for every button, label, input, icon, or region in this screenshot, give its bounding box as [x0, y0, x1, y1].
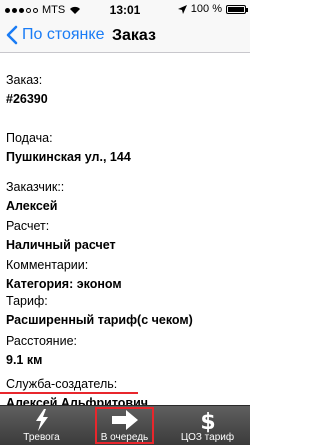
field-tariff: Тариф: Расширенный тариф(с чеком) — [6, 293, 193, 328]
battery-icon — [226, 4, 248, 14]
field-order: Заказ: #26390 — [6, 72, 48, 107]
status-right: 100 % — [177, 3, 248, 15]
highlight-underline — [0, 392, 138, 394]
field-value: Пушкинская ул., 144 — [6, 150, 131, 164]
navigation-bar: По стоянке Заказ — [0, 20, 250, 53]
field-value: Расширенный тариф(с чеком) — [6, 313, 193, 327]
field-value: 9.1 км — [6, 353, 43, 367]
field-service: Служба-создатель: Алексей Альфритович — [6, 376, 148, 405]
field-value: Категория: эконом — [6, 277, 122, 291]
svg-text:$: $ — [200, 410, 215, 433]
page-title: Заказ — [112, 27, 156, 44]
field-comments: Комментарии: Категория: эконом — [6, 246, 122, 292]
arrow-right-icon — [111, 410, 138, 430]
field-label: Расстояние: — [6, 334, 77, 348]
field-label: Подача: — [6, 131, 53, 145]
field-distance: Расстояние: 9.1 км — [6, 333, 77, 368]
back-button-label: По стоянке — [22, 26, 105, 43]
back-button[interactable]: По стоянке — [4, 25, 104, 45]
location-icon — [177, 4, 187, 14]
field-label: Комментарии: — [6, 258, 89, 272]
tab-bar: Тревога В очередь $ ЦОЗ тариф — [0, 405, 250, 445]
field-value: Алексей Альфритович — [6, 396, 149, 405]
tab-label: ЦОЗ тариф — [180, 432, 235, 443]
tab-label: Тревога — [23, 432, 60, 443]
field-label: Тариф: — [6, 294, 48, 308]
chevron-left-icon — [6, 25, 18, 45]
tab-label: В очередь — [100, 432, 149, 443]
tab-queue[interactable]: В очередь — [83, 406, 166, 445]
battery-level — [228, 6, 244, 12]
field-label: Служба-создатель: — [6, 377, 118, 391]
field-label: Заказ: — [6, 73, 43, 87]
dollar-icon: $ — [200, 410, 215, 433]
tab-tariff[interactable]: $ ЦОЗ тариф — [166, 406, 249, 445]
field-value: #26390 — [6, 92, 48, 106]
field-label: Заказчик:: — [6, 180, 65, 194]
field-value: Алексей — [6, 199, 58, 213]
field-label: Расчет: — [6, 219, 50, 233]
lightning-icon — [35, 409, 48, 431]
tab-alarm[interactable]: Тревога — [0, 406, 83, 445]
field-customer: Заказчик:: Алексей — [6, 179, 64, 214]
battery-percent: 100 % — [190, 3, 222, 15]
order-details[interactable]: Заказ: #26390 Подача: Пушкинская ул., 14… — [0, 53, 250, 405]
status-bar: MTS 13:01 100 % — [0, 0, 250, 20]
field-pickup: Подача: Пушкинская ул., 144 — [6, 130, 131, 165]
